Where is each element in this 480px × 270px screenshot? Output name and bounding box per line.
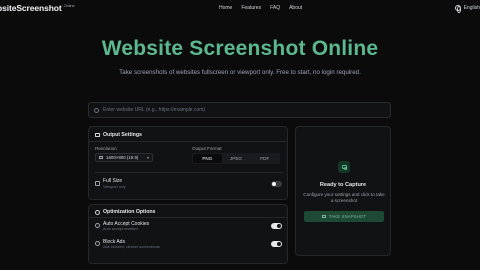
top-nav: bsiteScreenshot Online Home Features FAQ … — [0, 0, 480, 18]
language-selector[interactable]: English — [454, 5, 480, 14]
monitor-icon — [95, 133, 100, 137]
output-settings-title: Output Settings — [103, 132, 142, 138]
optimization-options-card: Optimization Options Auto Accept Cookies… — [88, 204, 288, 264]
globe-icon — [94, 107, 99, 113]
auto-accept-cookies-sublabel: Auto accept enabled — [103, 227, 138, 231]
expand-icon — [95, 181, 100, 186]
capture-panel: Ready to Capture Configure your settings… — [295, 126, 391, 256]
block-icon — [95, 241, 100, 246]
divider — [89, 217, 287, 218]
language-label: English — [463, 5, 480, 11]
output-settings-header: Output Settings — [95, 132, 142, 138]
take-snapshot-label: TAKE SNAPSHOT — [328, 214, 367, 219]
chevron-down-icon: ▾ — [146, 155, 149, 160]
brand-badge: Online — [63, 3, 75, 9]
camera-icon — [338, 161, 350, 173]
resolution-value: 1600×900 (16:9) — [106, 155, 139, 160]
auto-accept-cookies-toggle[interactable] — [271, 223, 282, 229]
url-input-wrapper — [88, 102, 391, 118]
block-ads-toggle[interactable] — [271, 241, 282, 247]
brand-logo[interactable]: bsiteScreenshot Online — [0, 3, 75, 13]
full-size-sublabel: Viewport only — [103, 185, 126, 189]
cookie-icon — [95, 223, 100, 228]
hero-title: Website Screenshot Online — [101, 37, 379, 60]
url-input[interactable] — [103, 107, 353, 113]
optimization-header: Optimization Options — [95, 209, 155, 215]
output-settings-card: Output Settings Resolution 1600×900 (16:… — [88, 126, 288, 200]
output-format-label: Output Format — [192, 146, 222, 151]
format-jpeg-option[interactable]: JPEG — [222, 154, 251, 163]
camera-icon — [321, 215, 326, 218]
format-segmented-control: PNG JPEG PDF — [192, 153, 280, 164]
divider — [89, 141, 287, 142]
hero-subtitle: Take screenshots of websites fullscreen … — [119, 69, 361, 76]
take-snapshot-button[interactable]: TAKE SNAPSHOT — [304, 211, 384, 222]
gear-icon — [95, 209, 100, 215]
divider — [95, 172, 283, 173]
nav-link-about[interactable]: About — [289, 5, 302, 11]
format-pdf-option[interactable]: PDF — [250, 154, 279, 163]
optimization-title: Optimization Options — [103, 209, 156, 215]
globe-icon — [454, 5, 461, 14]
resolution-label: Resolution — [95, 146, 117, 151]
full-size-toggle[interactable] — [271, 181, 282, 187]
brand-name: bsiteScreenshot — [0, 3, 62, 13]
resolution-select[interactable]: 1600×900 (16:9) ▾ — [95, 153, 153, 162]
nav-link-faq[interactable]: FAQ — [270, 5, 280, 11]
format-png-option[interactable]: PNG — [193, 154, 222, 163]
monitor-icon — [99, 156, 103, 159]
capture-description: Configure your settings and click to tak… — [303, 192, 385, 203]
nav-link-home[interactable]: Home — [219, 5, 232, 11]
block-ads-sublabel: Ads blocked, cleaner screenshots — [103, 245, 160, 249]
full-size-label: Full Size — [103, 178, 123, 184]
nav-links: Home Features FAQ About — [219, 5, 302, 11]
capture-title: Ready to Capture — [319, 182, 367, 188]
nav-link-features[interactable]: Features — [241, 5, 261, 11]
